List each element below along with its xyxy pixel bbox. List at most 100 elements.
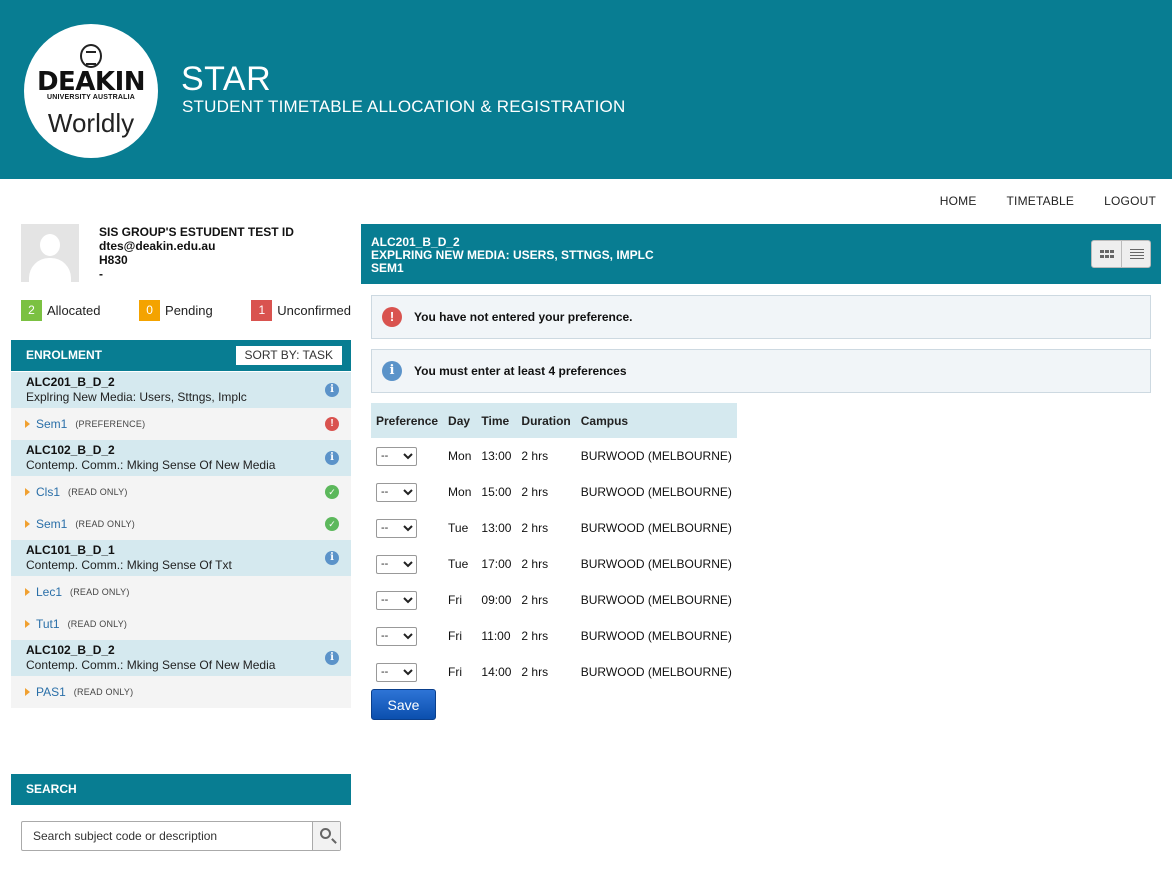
activity-tag: (PREFERENCE) (75, 419, 146, 429)
time-cell: 13:00 (481, 521, 512, 535)
activity-row[interactable]: Lec1 (READ ONLY) (11, 576, 351, 608)
warning-icon: ! (325, 417, 339, 431)
day-cell: Mon (448, 449, 472, 463)
duration-cell: 2 hrs (521, 485, 549, 499)
duration-cell: 2 hrs (521, 593, 549, 607)
error-alert-text: You have not entered your preference. (414, 310, 633, 324)
activity-tag: (READ ONLY) (73, 687, 134, 697)
unconfirmed-label: Unconfirmed (277, 303, 351, 318)
list-view-button[interactable] (1120, 241, 1150, 267)
save-button[interactable]: Save (371, 689, 436, 720)
info-icon: i (382, 361, 402, 381)
preference-select[interactable]: -- (376, 446, 417, 466)
subject-row[interactable]: ALC102_B_D_2 Contemp. Comm.: Mking Sense… (11, 440, 351, 476)
logo-sub-text: UNIVERSITY AUSTRALIA (46, 94, 135, 101)
info-icon[interactable]: i (325, 383, 339, 397)
triangle-right-icon (25, 688, 30, 696)
unconfirmed-badge: 1 (251, 300, 273, 321)
subject-code: ALC201_B_D_2 (26, 375, 115, 389)
col-duration: Duration (516, 403, 576, 438)
activity-name[interactable]: PAS1 (36, 685, 66, 699)
day-cell: Tue (448, 557, 469, 571)
activity-row[interactable]: Sem1 (PREFERENCE) ! (11, 408, 351, 440)
nav-timetable[interactable]: TIMETABLE (1007, 194, 1075, 208)
preference-select[interactable]: -- (376, 626, 417, 646)
search-header: SEARCH (11, 774, 351, 805)
day-cell: Mon (448, 485, 472, 499)
preference-select[interactable]: -- (376, 590, 417, 610)
subject-row[interactable]: ALC102_B_D_2 Contemp. Comm.: Mking Sense… (11, 640, 351, 676)
pref-cell: -- (371, 474, 443, 510)
crest-icon (80, 44, 102, 68)
preference-select[interactable]: -- (376, 554, 417, 574)
search-button[interactable] (312, 822, 340, 850)
info-icon[interactable]: i (325, 651, 339, 665)
profile-info: SIS GROUP'S ESTUDENT TEST ID dtes@deakin… (99, 225, 294, 281)
count-unconfirmed[interactable]: 1 Unconfirmed (251, 300, 351, 321)
campus-cell: BURWOOD (MELBOURNE) (580, 449, 732, 463)
logo-main-text: DEAKIN (36, 67, 146, 97)
campus-cell: BURWOOD (MELBOURNE) (580, 665, 732, 679)
subject-row[interactable]: ALC201_B_D_2 Explring New Media: Users, … (11, 372, 351, 408)
app-title: STAR (181, 60, 272, 98)
activity-tag: (READ ONLY) (70, 587, 130, 597)
duration-cell: 2 hrs (521, 665, 549, 679)
time-cell: 09:00 (481, 593, 512, 607)
check-icon: ✓ (325, 485, 339, 499)
info-alert-text: You must enter at least 4 preferences (414, 364, 627, 378)
enrolment-header: ENROLMENT SORT BY: TASK (11, 340, 351, 371)
list-icon (1129, 249, 1144, 259)
col-time: Time (476, 403, 517, 438)
pref-cell: -- (371, 546, 443, 582)
profile-course: H830 (99, 253, 128, 267)
time-cell: 14:00 (481, 665, 512, 679)
exclamation-icon: ! (382, 307, 402, 327)
duration-cell: 2 hrs (521, 557, 549, 571)
activity-name[interactable]: Lec1 (36, 585, 62, 599)
allocated-badge: 2 (21, 300, 42, 321)
subject-row[interactable]: ALC101_B_D_1 Contemp. Comm.: Mking Sense… (11, 540, 351, 576)
search-input[interactable] (22, 822, 312, 850)
subject-title: Contemp. Comm.: Mking Sense Of New Media (26, 658, 276, 672)
preference-select[interactable]: -- (376, 518, 417, 538)
search-box (21, 821, 341, 851)
activity-name[interactable]: Cls1 (36, 485, 60, 499)
app-header: DEAKIN UNIVERSITY AUSTRALIA Worldly STAR… (0, 0, 1172, 179)
count-allocated[interactable]: 2 Allocated (21, 300, 100, 321)
logo-tag-text: Worldly (47, 108, 135, 138)
time-cell: 13:00 (481, 449, 512, 463)
preference-select[interactable]: -- (376, 482, 417, 502)
campus-cell: BURWOOD (MELBOURNE) (580, 557, 732, 571)
deakin-logo[interactable]: DEAKIN UNIVERSITY AUSTRALIA Worldly (24, 24, 158, 158)
activity-header: ALC201_B_D_2 EXPLRING NEW MEDIA: USERS, … (361, 224, 1161, 284)
enrolment-list: ALC201_B_D_2 Explring New Media: Users, … (11, 372, 351, 708)
pref-cell: -- (371, 510, 443, 546)
preference-select[interactable]: -- (376, 662, 417, 682)
activity-row[interactable]: Tut1 (READ ONLY) (11, 608, 351, 640)
activity-name[interactable]: Sem1 (36, 417, 67, 431)
triangle-right-icon (25, 620, 30, 628)
allocated-label: Allocated (47, 303, 101, 318)
profile-name: SIS GROUP'S ESTUDENT TEST ID (99, 225, 294, 239)
count-pending[interactable]: 0 Pending (139, 300, 213, 321)
campus-cell: BURWOOD (MELBOURNE) (580, 593, 732, 607)
search-heading: SEARCH (26, 782, 77, 796)
profile-email: dtes@deakin.edu.au (99, 239, 216, 253)
table-row: -- Mon 15:00 2 hrs BURWOOD (MELBOURNE) (371, 474, 737, 510)
grid-view-button[interactable] (1092, 241, 1121, 267)
info-alert: i You must enter at least 4 preferences (371, 349, 1151, 393)
activity-row[interactable]: Sem1 (READ ONLY) ✓ (11, 508, 351, 540)
col-campus: Campus (575, 403, 737, 438)
info-icon[interactable]: i (325, 551, 339, 565)
grid-icon (1100, 250, 1114, 258)
pref-cell: -- (371, 438, 443, 474)
activity-name[interactable]: Tut1 (36, 617, 60, 631)
sort-button[interactable]: SORT BY: TASK (235, 346, 342, 365)
info-icon[interactable]: i (325, 451, 339, 465)
activity-row[interactable]: Cls1 (READ ONLY) ✓ (11, 476, 351, 508)
activity-name[interactable]: Sem1 (36, 517, 67, 531)
nav-logout[interactable]: LOGOUT (1104, 194, 1156, 208)
day-cell: Fri (448, 665, 463, 679)
activity-row[interactable]: PAS1 (READ ONLY) (11, 676, 351, 708)
nav-home[interactable]: HOME (940, 194, 977, 208)
